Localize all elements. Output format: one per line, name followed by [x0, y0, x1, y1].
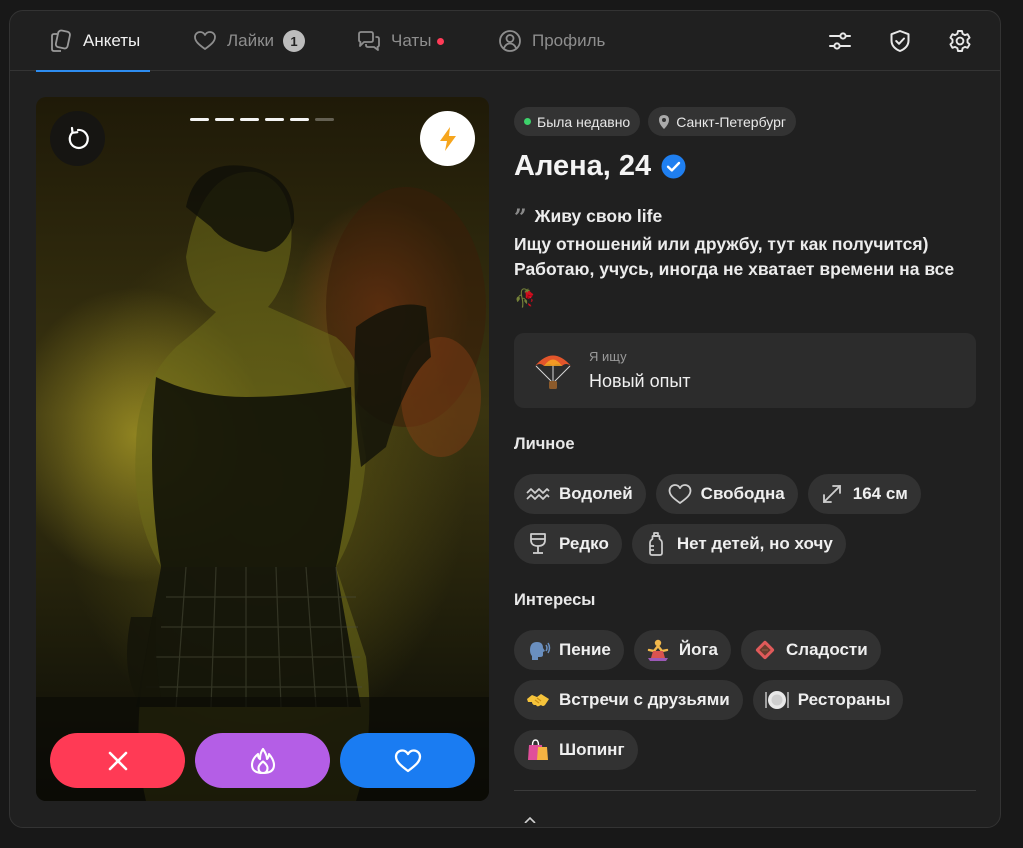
app-window: Анкеты Лайки 1 Чаты Профиль Была недавно…	[9, 10, 1001, 828]
personal-tags: Водолей Свободна 164 см Редко Нет детей,…	[514, 474, 976, 564]
shopping-bags-icon	[528, 739, 548, 760]
singing-head-icon	[530, 642, 551, 660]
tag-label: 164 см	[852, 484, 908, 503]
quote-icon: ”	[514, 205, 527, 231]
superlike-fire-icon	[250, 747, 275, 774]
tab-profile[interactable]: Профиль	[497, 11, 605, 71]
progress-segment	[190, 118, 209, 121]
chevron-up-icon[interactable]	[524, 816, 536, 824]
interest-singing: Пение	[514, 630, 624, 670]
profile-info: Была недавно Санкт-Петербург Алена, 24 ”…	[514, 107, 976, 827]
boost-lightning-icon	[439, 126, 456, 151]
dislike-button[interactable]	[50, 733, 185, 788]
profile-name: Алена, 24	[514, 149, 652, 182]
photo-image	[36, 165, 489, 801]
tab-likes[interactable]: Лайки 1	[192, 11, 306, 71]
tag-label: Водолей	[559, 484, 633, 503]
height-arrows-icon	[822, 485, 841, 503]
tab-profiles[interactable]: Анкеты	[35, 11, 151, 72]
progress-segment	[315, 118, 334, 121]
tag-label: Встречи с друзьями	[559, 690, 730, 709]
online-status-badge: Была недавно	[514, 107, 641, 136]
tag-alcohol: Редко	[514, 524, 622, 564]
profile-photo[interactable]	[36, 97, 489, 801]
status-text: Была недавно	[537, 113, 631, 130]
aquarius-icon	[526, 488, 550, 500]
superlike-button[interactable]	[195, 733, 330, 788]
location-pin-icon	[659, 114, 670, 129]
tag-height: 164 см	[807, 474, 921, 514]
likes-count-badge: 1	[283, 30, 306, 52]
wine-glass-icon	[530, 533, 546, 554]
tab-label: Профиль	[532, 31, 606, 50]
unread-dot	[437, 37, 445, 45]
progress-segment	[240, 118, 259, 121]
verified-badge-icon	[661, 154, 686, 178]
interest-sweets: Сладости	[741, 630, 881, 670]
tag-children: Нет детей, но хочу	[631, 524, 846, 564]
interests-section-title: Интересы	[514, 591, 596, 609]
dislike-x-icon	[108, 751, 127, 770]
settings-button[interactable]	[945, 26, 975, 56]
like-button[interactable]	[340, 733, 475, 788]
like-heart-icon	[394, 748, 421, 772]
tag-label: Пение	[559, 640, 611, 659]
personal-section-title: Личное	[514, 435, 575, 453]
tag-label: Йога	[678, 640, 718, 659]
interest-restaurants: Рестораны	[752, 680, 904, 720]
undo-icon	[68, 126, 89, 149]
progress-segment	[265, 118, 284, 121]
shield-check-icon	[890, 30, 910, 52]
heart-icon	[194, 31, 216, 50]
bio-line: Работаю, учусь, иногда не хватает времен…	[514, 259, 955, 279]
filters-icon	[829, 32, 851, 50]
settings-gear-icon	[949, 30, 971, 52]
handshake-icon	[527, 694, 549, 707]
photo-progress	[190, 118, 334, 121]
tab-chats[interactable]: Чаты	[356, 11, 445, 71]
boost-button[interactable]	[420, 111, 475, 166]
section-divider	[514, 790, 976, 791]
tag-zodiac: Водолей	[514, 474, 646, 514]
heart-outline-icon	[668, 484, 692, 504]
wilted-rose-icon: 🥀	[514, 287, 536, 308]
tag-label: Нет детей, но хочу	[676, 534, 833, 553]
safety-button[interactable]	[885, 26, 915, 56]
looking-for-label: Я ищу	[589, 349, 627, 364]
tab-label: Чаты	[391, 31, 432, 50]
city-badge: Санкт-Петербург	[648, 107, 797, 136]
chats-icon	[358, 31, 380, 51]
interest-tags: Пение Йога Сладости Встречи с друзьями Р…	[514, 630, 976, 770]
city-text: Санкт-Петербург	[676, 113, 787, 130]
cards-icon	[51, 29, 71, 52]
tag-relationship: Свободна	[655, 474, 798, 514]
profile-bio: ” Живу свою life Ищу отношений или дружбу…	[514, 204, 976, 311]
plate-icon	[764, 691, 789, 709]
interest-friends: Встречи с друзьями	[514, 680, 743, 720]
tag-label: Шопинг	[559, 740, 625, 759]
progress-segment	[290, 118, 309, 121]
progress-segment	[215, 118, 234, 121]
tag-label: Сладости	[786, 640, 868, 659]
filters-button[interactable]	[825, 26, 855, 56]
looking-for-value: Новый опыт	[589, 371, 691, 391]
tab-label: Анкеты	[83, 31, 141, 50]
tag-label: Рестораны	[797, 690, 891, 709]
top-navigation: Анкеты Лайки 1 Чаты Профиль	[10, 11, 1000, 72]
tag-label: Редко	[559, 534, 609, 553]
looking-for-card: Я ищу Новый опыт	[514, 333, 976, 408]
online-dot	[524, 118, 531, 125]
yoga-icon	[647, 639, 669, 661]
parachute-icon	[535, 355, 571, 389]
candy-icon	[755, 640, 775, 660]
bio-line: Живу свою life	[534, 206, 663, 226]
bio-line: Ищу отношений или дружбу, тут как получи…	[514, 233, 929, 254]
baby-bottle-icon	[648, 532, 663, 556]
profile-icon	[499, 30, 521, 52]
interest-yoga: Йога	[633, 630, 731, 670]
undo-button[interactable]	[50, 111, 105, 166]
interest-shopping: Шопинг	[514, 730, 638, 770]
tag-label: Свободна	[700, 484, 785, 503]
tab-label: Лайки	[227, 31, 275, 50]
